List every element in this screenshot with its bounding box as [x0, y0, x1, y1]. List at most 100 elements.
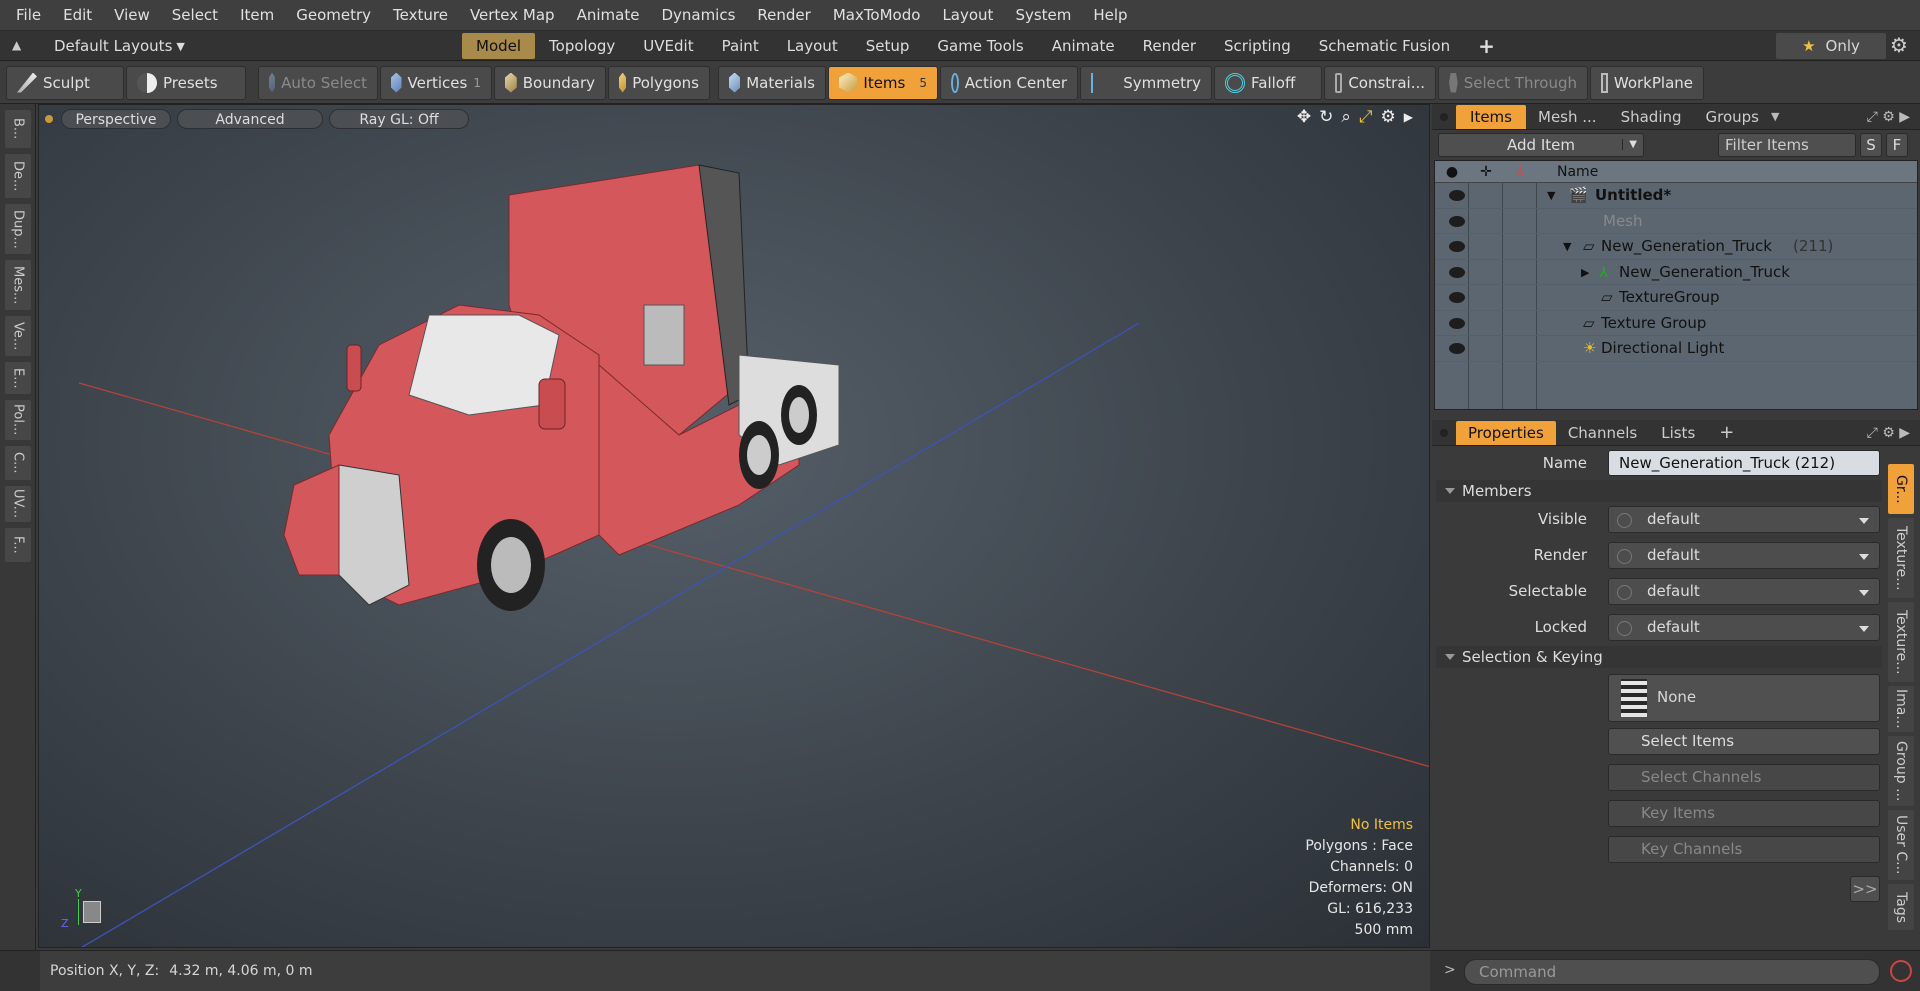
menu-geometry[interactable]: Geometry: [285, 0, 382, 31]
menu-vertex-map[interactable]: Vertex Map: [459, 0, 566, 31]
select-channels-button[interactable]: Select Channels: [1608, 764, 1880, 791]
left-tab-duplicate[interactable]: Dup...: [4, 204, 31, 254]
tab-uvedit[interactable]: UVEdit: [629, 33, 707, 59]
tree-row-mesh[interactable]: Mesh: [1435, 209, 1917, 234]
side-tab-user-channels[interactable]: User C...: [1888, 810, 1914, 880]
left-tab-polygon[interactable]: Pol...: [4, 400, 31, 440]
menu-file[interactable]: File: [0, 0, 52, 31]
gear-icon[interactable]: ⚙: [1890, 33, 1908, 57]
lock-column-icon[interactable]: ✛: [1469, 164, 1503, 180]
only-toggle[interactable]: ★ Only: [1776, 33, 1886, 59]
none-preset-button[interactable]: None: [1608, 674, 1880, 722]
side-tab-image[interactable]: Ima...: [1888, 686, 1914, 732]
tab-lists[interactable]: Lists: [1649, 421, 1707, 445]
side-tab-group-2[interactable]: Group ...: [1888, 736, 1914, 806]
add-item-button[interactable]: Add Item ▼: [1438, 133, 1644, 157]
left-tab-vertex[interactable]: Ve...: [4, 316, 31, 356]
expand-arrow-icon[interactable]: ▼: [1563, 234, 1571, 259]
items-button[interactable]: Items 5: [828, 65, 938, 100]
menu-render[interactable]: Render: [746, 0, 821, 31]
tab-layout[interactable]: Layout: [773, 33, 852, 59]
tab-shading[interactable]: Shading: [1609, 105, 1694, 129]
vertices-button[interactable]: Vertices 1: [380, 65, 492, 100]
command-input[interactable]: Command: [1464, 959, 1880, 985]
eye-icon[interactable]: [1449, 317, 1465, 329]
constraints-button[interactable]: Constrai...: [1324, 65, 1436, 100]
menu-layout[interactable]: Layout: [931, 0, 1004, 31]
side-tab-texture-1[interactable]: Texture...: [1888, 518, 1914, 598]
menu-dynamics[interactable]: Dynamics: [650, 0, 746, 31]
menu-maxtomodo[interactable]: MaxToModo: [822, 0, 932, 31]
layout-collapse-icon[interactable]: ▲: [12, 38, 21, 52]
record-icon[interactable]: [1890, 960, 1912, 982]
tree-row-locator[interactable]: ▶ ⅄ New_Generation_Truck: [1435, 260, 1917, 285]
name-column-header[interactable]: Name: [1557, 164, 1598, 180]
tab-properties[interactable]: Properties: [1456, 420, 1556, 445]
auto-select-button[interactable]: Auto Select: [258, 65, 378, 100]
tab-mesh[interactable]: Mesh ...: [1526, 105, 1609, 129]
selection-keying-section[interactable]: Selection & Keying: [1436, 646, 1882, 668]
eye-icon[interactable]: [1449, 190, 1465, 201]
tab-channels[interactable]: Channels: [1556, 421, 1649, 445]
tab-animate[interactable]: Animate: [1038, 33, 1129, 59]
tree-row-texturegroup[interactable]: ▱ TextureGroup: [1435, 285, 1917, 311]
filter-s-button[interactable]: S: [1860, 133, 1882, 157]
workplane-button[interactable]: WorkPlane: [1590, 65, 1704, 100]
tab-scripting[interactable]: Scripting: [1210, 33, 1305, 59]
side-tab-group[interactable]: Gr...: [1888, 464, 1914, 514]
symmetry-button[interactable]: Symmetry: [1080, 65, 1212, 100]
selectable-dropdown[interactable]: default: [1608, 578, 1880, 605]
eye-icon[interactable]: [1449, 215, 1465, 227]
tree-row-texture-group[interactable]: ▱ Texture Group: [1435, 311, 1917, 336]
select-through-button[interactable]: Select Through: [1438, 65, 1588, 100]
tab-schematic-fusion[interactable]: Schematic Fusion: [1305, 33, 1464, 59]
side-tab-tags[interactable]: Tags: [1888, 884, 1914, 930]
tree-row-group[interactable]: ▼ ▱ New_Generation_Truck (211): [1435, 234, 1917, 260]
default-layouts-dropdown[interactable]: Default Layouts ▼: [54, 33, 185, 59]
panel-dot-icon[interactable]: [1440, 112, 1448, 121]
left-tab-fusion[interactable]: F...: [4, 528, 31, 562]
sculpt-button[interactable]: Sculpt: [6, 65, 124, 100]
eye-icon[interactable]: [1449, 266, 1465, 278]
key-channels-button[interactable]: Key Channels: [1608, 836, 1880, 863]
materials-button[interactable]: Materials: [718, 65, 826, 100]
tab-model[interactable]: Model: [462, 33, 536, 59]
tab-render[interactable]: Render: [1129, 33, 1210, 59]
action-center-button[interactable]: Action Center: [940, 65, 1078, 100]
side-tab-texture-2[interactable]: Texture...: [1888, 602, 1914, 682]
menu-item[interactable]: Item: [229, 0, 285, 31]
3d-viewport[interactable]: Perspective Advanced Ray GL: Off ✥ ↻ ⌕ ⤢…: [38, 104, 1430, 948]
eye-icon[interactable]: [1449, 241, 1465, 252]
menu-edit[interactable]: Edit: [52, 0, 103, 31]
name-field[interactable]: New_Generation_Truck (212): [1608, 450, 1880, 476]
tab-paint[interactable]: Paint: [708, 33, 773, 59]
more-button[interactable]: >>: [1850, 876, 1880, 902]
tree-row-untitled[interactable]: ▼ 🎬 Untitled*: [1435, 183, 1917, 209]
visibility-column-icon[interactable]: ●: [1435, 164, 1469, 180]
add-tab-button[interactable]: +: [1707, 421, 1746, 445]
left-tab-deform[interactable]: De...: [4, 154, 31, 198]
left-tab-basic[interactable]: B...: [4, 110, 31, 148]
panel-expand-icon[interactable]: ⤢ ⚙ ▶: [1867, 109, 1910, 125]
presets-button[interactable]: Presets: [126, 65, 246, 100]
add-layout-button[interactable]: +: [1464, 33, 1509, 59]
filter-f-button[interactable]: F: [1886, 133, 1908, 157]
tab-setup[interactable]: Setup: [852, 33, 924, 59]
eye-icon[interactable]: [1449, 343, 1465, 354]
properties-expand-icon[interactable]: ⤢ ⚙ ▶: [1867, 425, 1910, 441]
visible-dropdown[interactable]: default: [1608, 506, 1880, 533]
polygons-button[interactable]: Polygons: [608, 65, 710, 100]
select-items-button[interactable]: Select Items: [1608, 728, 1880, 755]
locked-dropdown[interactable]: default: [1608, 614, 1880, 641]
panel-dot-icon[interactable]: [1440, 428, 1448, 437]
expand-arrow-icon[interactable]: ▼: [1547, 183, 1555, 208]
tree-row-light[interactable]: ☀ Directional Light: [1435, 336, 1917, 362]
type-column-icon[interactable]: ⅄: [1503, 164, 1537, 180]
tab-items[interactable]: Items: [1456, 104, 1526, 129]
menu-help[interactable]: Help: [1082, 0, 1138, 31]
filter-items-input[interactable]: Filter Items: [1718, 133, 1856, 157]
tabs-chevron-down-icon[interactable]: ▼: [1771, 110, 1779, 123]
render-dropdown[interactable]: default: [1608, 542, 1880, 569]
left-tab-curve[interactable]: C...: [4, 446, 31, 480]
menu-view[interactable]: View: [103, 0, 161, 31]
